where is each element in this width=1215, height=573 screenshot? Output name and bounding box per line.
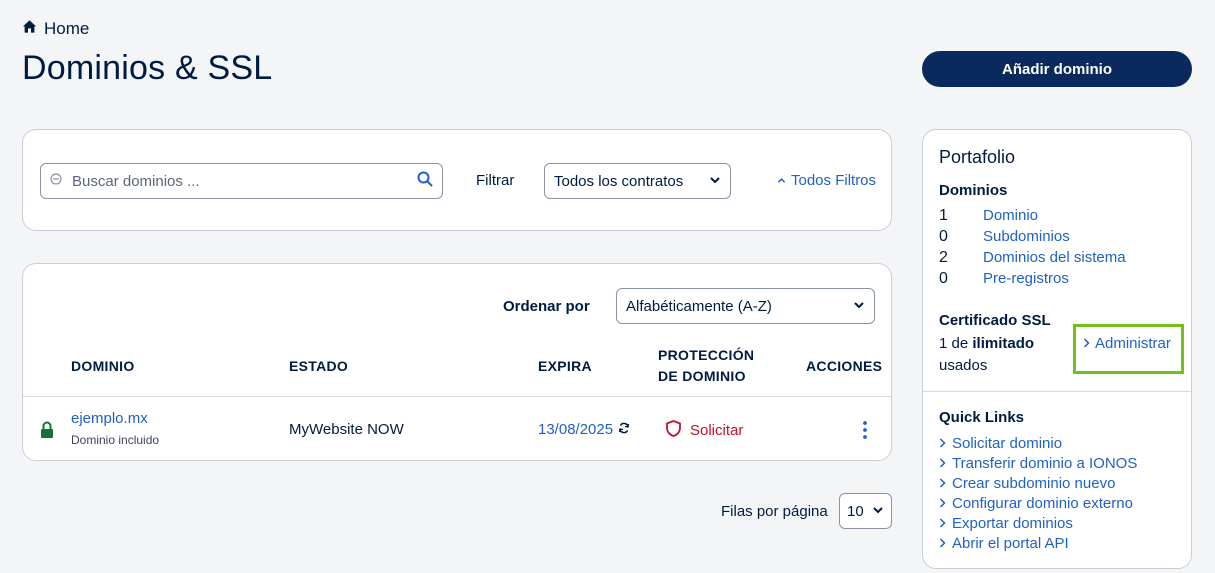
column-header-domain[interactable]: DOMINIO: [71, 356, 135, 377]
stat-link[interactable]: Dominio: [983, 207, 1038, 225]
search-box[interactable]: [40, 163, 443, 199]
stat-system-domains[interactable]: 2 Dominios del sistema: [939, 249, 1126, 267]
quick-link-item[interactable]: Exportar dominios: [939, 513, 1137, 533]
stat-count: 0: [939, 270, 948, 287]
search-icon[interactable]: [417, 171, 433, 192]
sort-select-value: Alfabéticamente (A-Z): [626, 297, 772, 315]
home-icon: [22, 19, 37, 39]
breadcrumb[interactable]: Home: [22, 19, 89, 39]
quick-link-label: Abrir el portal API: [952, 534, 1069, 552]
shield-icon: [666, 420, 681, 441]
quick-link-label: Configurar dominio externo: [952, 494, 1133, 512]
quick-links-heading: Quick Links: [939, 409, 1025, 426]
chevron-right-icon: [939, 535, 946, 552]
portfolio-panel: Portafolio Dominios 1 Dominio 0 Subdomin…: [922, 129, 1192, 569]
column-header-expires[interactable]: EXPIRA: [538, 356, 592, 377]
row-divider: [23, 396, 891, 397]
page-title: Dominios & SSL: [22, 49, 273, 87]
rows-per-page-value: 10: [847, 502, 864, 520]
stat-link[interactable]: Pre-registros: [983, 270, 1069, 288]
sort-select[interactable]: Alfabéticamente (A-Z): [616, 288, 875, 324]
domain-subtext: Dominio incluido: [71, 433, 160, 447]
stat-count: 1: [939, 207, 948, 224]
ssl-usage-limit: ilimitado: [972, 335, 1035, 352]
quick-link-item[interactable]: Crear subdominio nuevo: [939, 473, 1137, 493]
domain-status: MyWebsite NOW: [289, 421, 404, 438]
ssl-heading: Certificado SSL: [939, 312, 1051, 329]
chevron-right-icon: [939, 475, 946, 492]
domain-expiry-date: 13/08/2025: [538, 421, 614, 438]
domain-expiry[interactable]: 13/08/2025: [538, 421, 630, 438]
manage-ssl-link[interactable]: Administrar: [1083, 335, 1171, 352]
quick-link-item[interactable]: Solicitar dominio: [939, 433, 1137, 453]
stat-link[interactable]: Subdominios: [983, 228, 1070, 246]
column-header-actions: ACCIONES: [806, 358, 883, 374]
chevron-down-icon: [853, 298, 865, 315]
quick-link-label: Exportar dominios: [952, 514, 1073, 532]
contract-filter-value: Todos los contratos: [554, 172, 684, 190]
search-field-icon: [50, 172, 72, 190]
stat-count: 2: [939, 249, 948, 266]
quick-links-list: Solicitar dominio Transferir dominio a I…: [939, 433, 1137, 553]
filter-label: Filtrar: [476, 172, 515, 189]
chevron-up-icon: [777, 172, 786, 189]
chevron-right-icon: [939, 515, 946, 532]
all-filters-label: Todos Filtros: [791, 172, 877, 189]
stat-link[interactable]: Dominios del sistema: [983, 249, 1126, 267]
chevron-right-icon: [1083, 335, 1090, 352]
portfolio-title: Portafolio: [939, 147, 1016, 167]
filter-card: Filtrar Todos los contratos Todos Filtro…: [22, 129, 892, 231]
stat-subdomains[interactable]: 0 Subdominios: [939, 228, 1070, 246]
column-header-protection-line2: DE DOMINIO: [658, 368, 746, 384]
sort-label: Ordenar por: [503, 298, 590, 315]
all-filters-toggle[interactable]: Todos Filtros: [777, 172, 876, 189]
add-domain-button[interactable]: Añadir dominio: [922, 51, 1192, 87]
stat-pre-registrations[interactable]: 0 Pre-registros: [939, 270, 1069, 288]
domain-name-link[interactable]: ejemplo.mx: [71, 410, 148, 427]
stat-domain[interactable]: 1 Dominio: [939, 207, 1038, 225]
chevron-down-icon: [709, 173, 721, 190]
quick-link-label: Solicitar dominio: [952, 434, 1063, 452]
rows-per-page-label: Filas por página: [721, 503, 828, 520]
quick-link-item[interactable]: Transferir dominio a IONOS: [939, 453, 1137, 473]
quick-link-item[interactable]: Abrir el portal API: [939, 533, 1137, 553]
search-input[interactable]: [72, 172, 417, 190]
chevron-right-icon: [939, 495, 946, 512]
quick-link-label: Transferir dominio a IONOS: [952, 454, 1138, 472]
quick-link-label: Crear subdominio nuevo: [952, 474, 1116, 492]
column-header-protection-line1: PROTECCIÓN: [658, 347, 755, 363]
rows-per-page-select[interactable]: 10: [839, 493, 892, 529]
chevron-right-icon: [939, 455, 946, 472]
portfolio-divider: [923, 391, 1191, 392]
domain-protection-request[interactable]: Solicitar: [666, 420, 743, 441]
stat-count: 0: [939, 228, 948, 245]
column-header-status[interactable]: ESTADO: [289, 356, 348, 377]
chevron-right-icon: [939, 435, 946, 452]
renew-icon: [618, 421, 630, 438]
domain-protection-label: Solicitar: [690, 422, 744, 439]
ssl-usage: 1 de ilimitado usados: [939, 333, 1034, 377]
manage-ssl-label: Administrar: [1095, 335, 1171, 352]
ssl-usage-prefix: 1 de: [939, 335, 973, 352]
ssl-usage-suffix: usados: [939, 357, 988, 374]
domains-table-card: Ordenar por Alfabéticamente (A-Z) DOMINI…: [22, 263, 892, 461]
quick-link-item[interactable]: Configurar dominio externo: [939, 493, 1137, 513]
chevron-down-icon: [872, 503, 884, 520]
domains-heading: Dominios: [939, 182, 1008, 199]
column-header-protection: PROTECCIÓN DE DOMINIO: [658, 345, 754, 387]
breadcrumb-home-link[interactable]: Home: [44, 19, 89, 39]
contract-filter-select[interactable]: Todos los contratos: [544, 163, 731, 199]
